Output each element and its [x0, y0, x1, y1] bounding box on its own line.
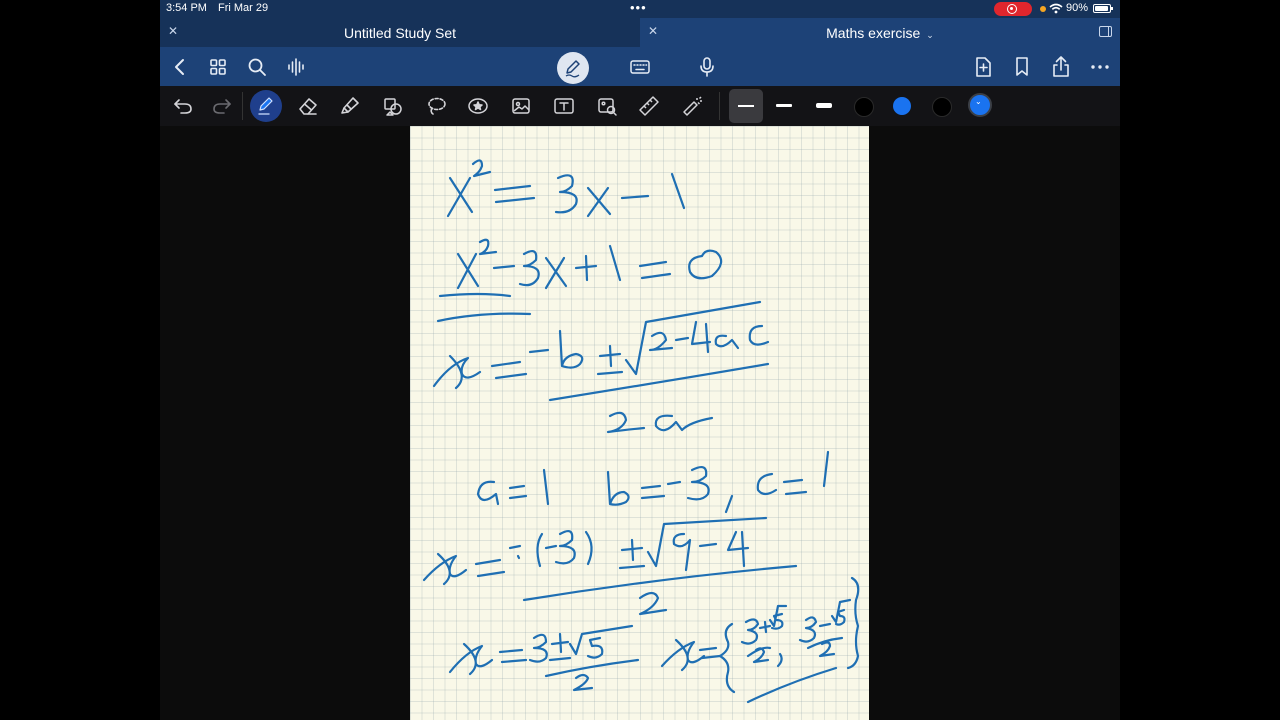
microphone-icon[interactable]	[694, 54, 720, 80]
ink-line-6	[448, 576, 860, 704]
color-swatch-black-2[interactable]	[932, 97, 952, 117]
laser-pointer-icon[interactable]	[680, 94, 704, 118]
mic-indicator-icon	[1040, 6, 1046, 12]
pen-icon	[258, 97, 273, 115]
undo-icon[interactable]	[171, 94, 195, 118]
bookmark-icon[interactable]	[1009, 54, 1035, 80]
search-icon[interactable]	[244, 54, 270, 80]
chevron-down-icon: ⌄	[975, 97, 982, 106]
navigation-toolbar	[160, 47, 1120, 86]
pen-mode-icon	[565, 60, 580, 78]
back-icon[interactable]	[167, 54, 193, 80]
toolbar-divider	[242, 92, 243, 120]
status-time: 3:54 PM	[166, 2, 207, 14]
eraser-icon[interactable]	[296, 94, 320, 118]
status-bar: 3:54 PM Fri Mar 29 ••• 90%	[160, 0, 1120, 18]
wifi-icon	[1049, 3, 1063, 14]
tab-label: Maths exercise	[826, 25, 921, 41]
toolbar-divider	[719, 92, 720, 120]
status-date: Fri Mar 29	[218, 2, 269, 14]
ipad-screen: 3:54 PM Fri Mar 29 ••• 90% ✕ Untitled St…	[160, 0, 1120, 720]
ink-line-2	[438, 238, 723, 298]
tab-bar: ✕ Untitled Study Set ✕ Maths exercise ⌄	[160, 18, 1120, 47]
ink-line-3	[432, 300, 770, 434]
text-icon[interactable]	[552, 94, 576, 118]
tab-label-wrap: Maths exercise ⌄	[640, 25, 1120, 41]
multitasking-dots-icon[interactable]: •••	[630, 0, 647, 15]
highlighter-icon[interactable]	[338, 94, 362, 118]
tab-maths-exercise[interactable]: ✕ Maths exercise ⌄	[640, 18, 1120, 47]
shapes-icon[interactable]	[381, 94, 405, 118]
more-icon[interactable]	[1087, 54, 1113, 80]
pen-tool[interactable]	[250, 90, 282, 122]
drawing-toolbar: ⌄	[160, 86, 1120, 127]
handwritten-math-ink	[422, 159, 860, 704]
pen-mode-button[interactable]	[557, 52, 589, 84]
ink-line-1	[446, 159, 686, 218]
battery-percent: 90%	[1066, 2, 1089, 14]
screen-recording-icon[interactable]	[994, 2, 1032, 16]
note-page[interactable]	[410, 126, 869, 720]
stroke-thin-option[interactable]	[729, 89, 763, 123]
tab-label: Untitled Study Set	[343, 25, 457, 41]
color-swatch-blue[interactable]	[893, 97, 911, 115]
ink-line-5	[422, 516, 798, 616]
add-page-icon[interactable]	[970, 54, 996, 80]
sticker-icon[interactable]	[466, 94, 490, 118]
split-view-icon[interactable]	[1099, 26, 1112, 37]
share-icon[interactable]	[1048, 54, 1074, 80]
camera-scan-icon[interactable]	[595, 94, 619, 118]
redo-icon[interactable]	[210, 94, 234, 118]
lasso-icon[interactable]	[424, 94, 448, 118]
battery-icon	[1093, 4, 1113, 13]
keyboard-icon[interactable]	[627, 54, 653, 80]
ink-line-4	[476, 450, 830, 514]
canvas-area[interactable]	[160, 126, 1120, 720]
color-swatch-black[interactable]	[854, 97, 874, 117]
ruler-icon[interactable]	[637, 94, 661, 118]
chevron-down-icon[interactable]: ⌄	[926, 30, 934, 40]
grid-icon[interactable]	[205, 54, 231, 80]
tab-untitled-study-set[interactable]: ✕ Untitled Study Set	[160, 18, 640, 47]
audio-recording-icon[interactable]	[283, 54, 309, 80]
image-icon[interactable]	[509, 94, 533, 118]
color-picker-button[interactable]: ⌄	[968, 93, 992, 117]
